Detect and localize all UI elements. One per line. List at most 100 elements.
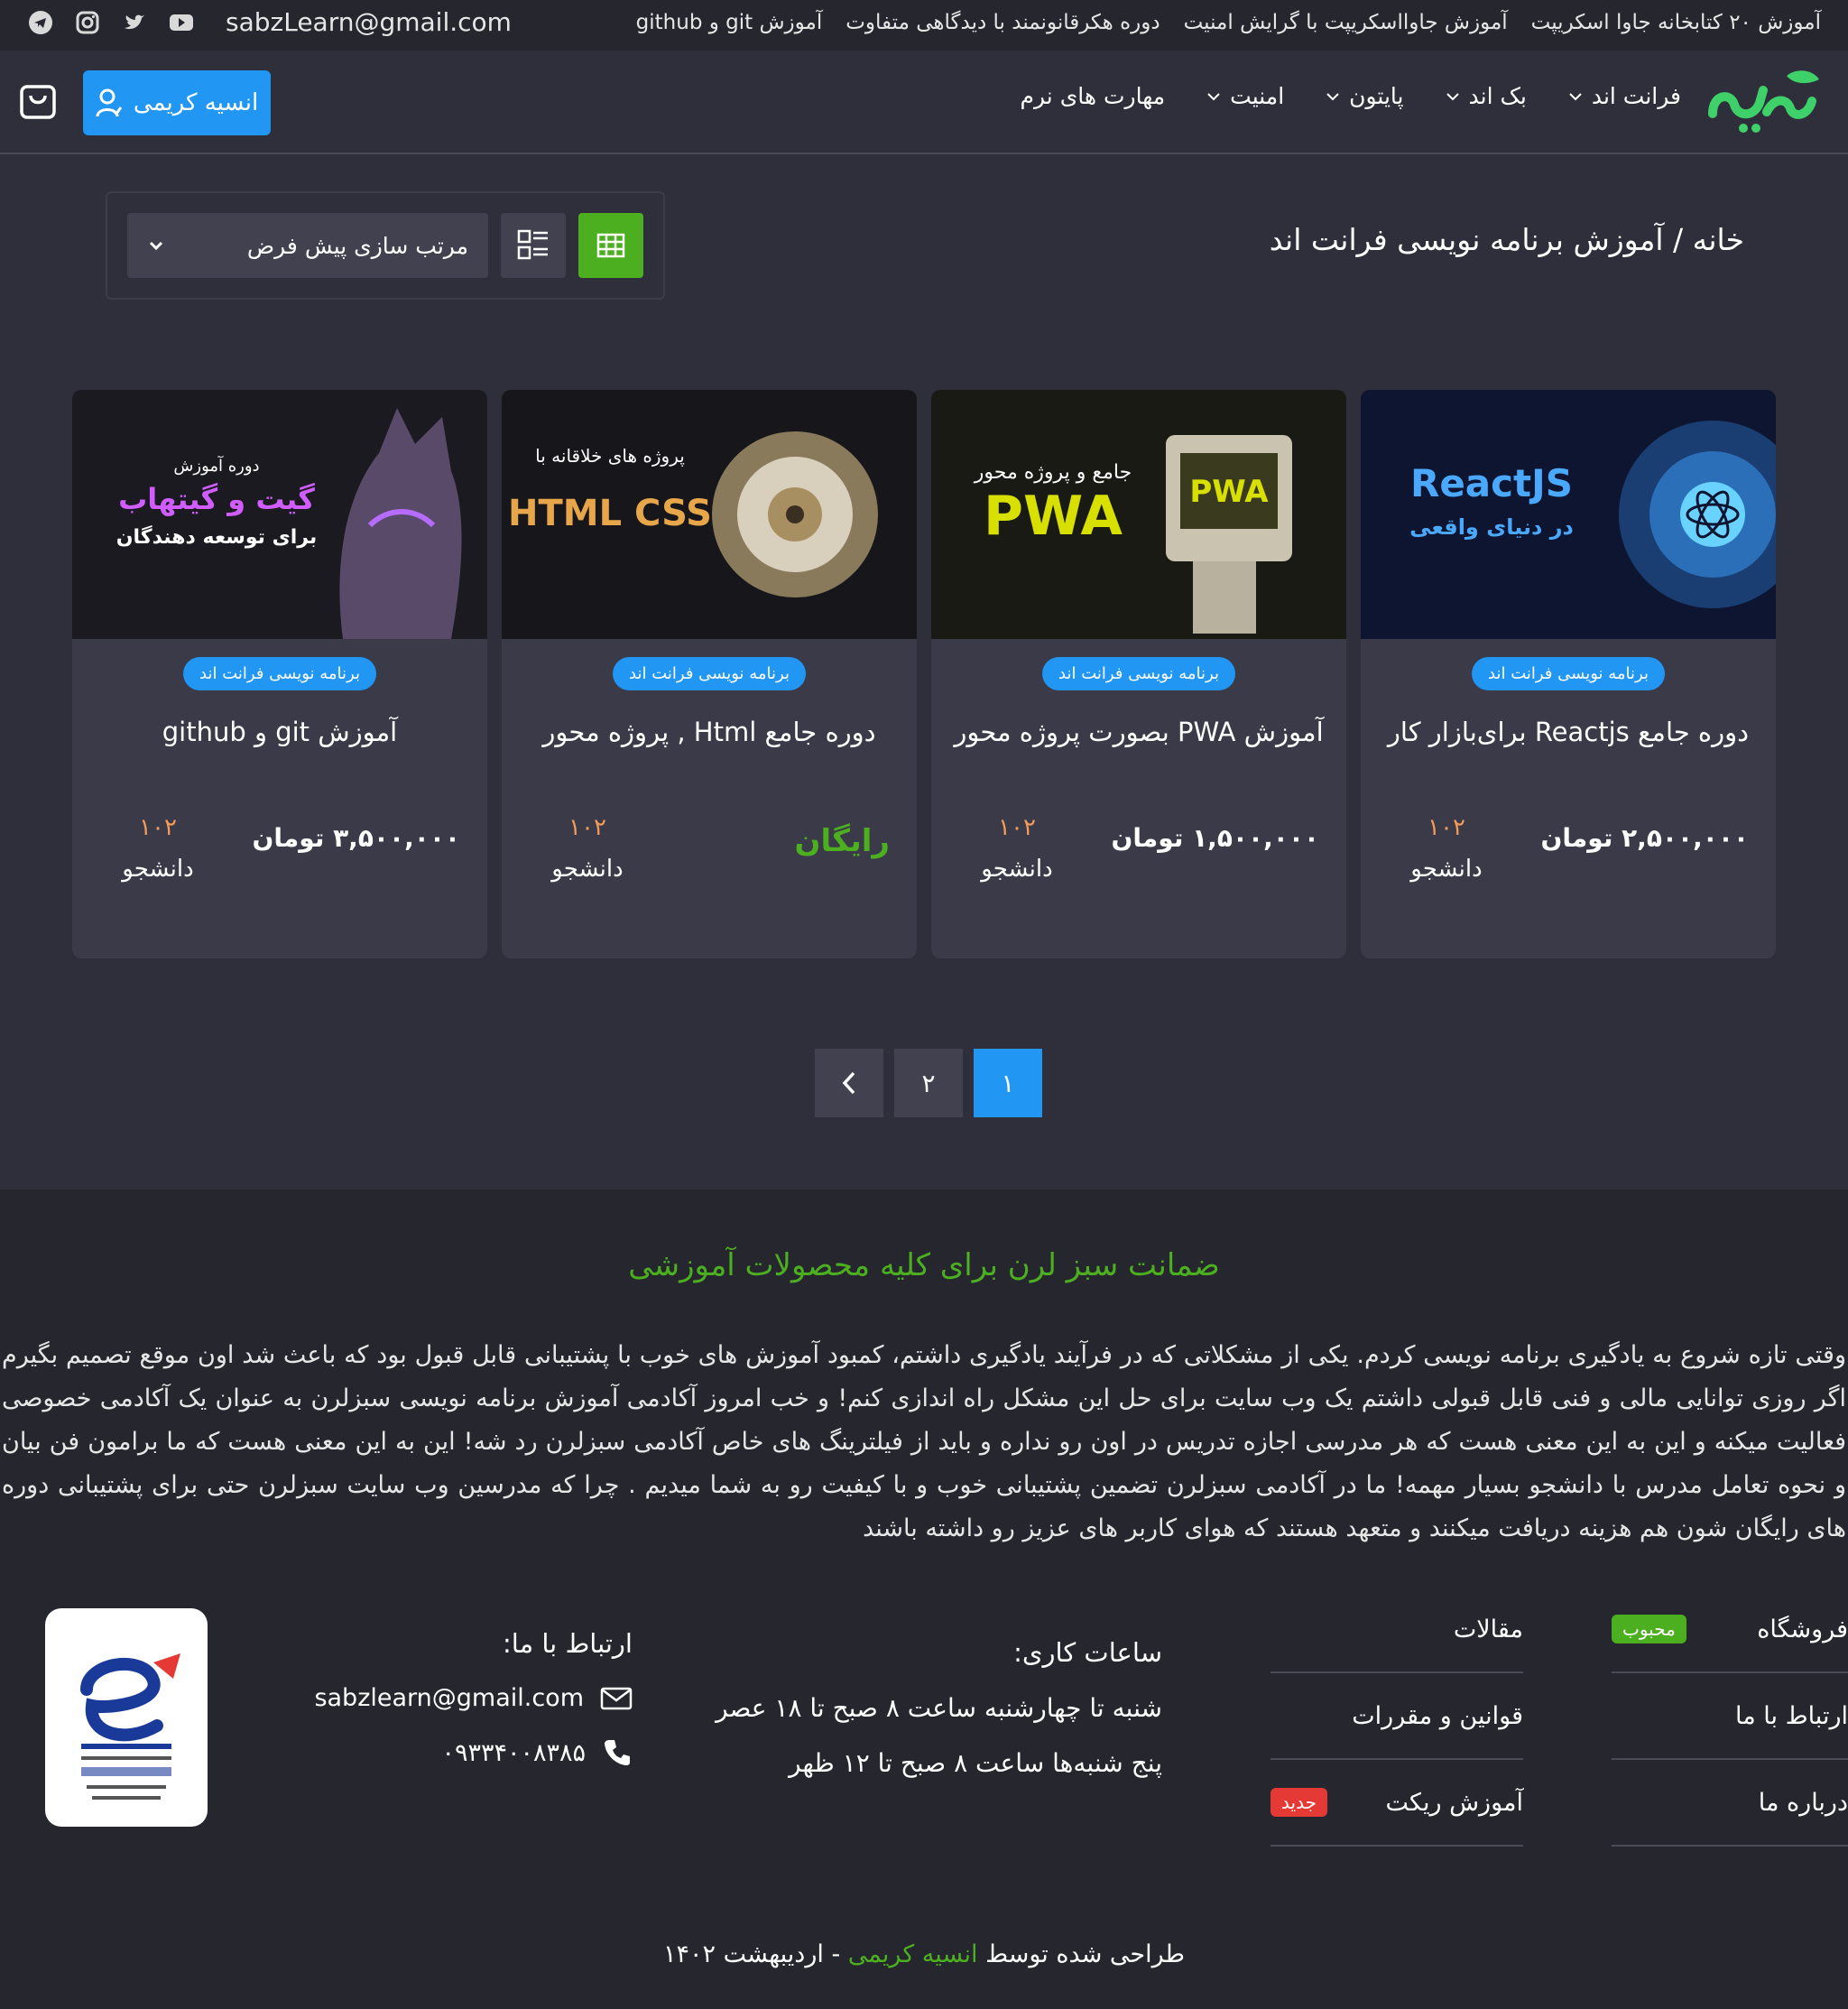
contact-title: ارتباط با ما: [502,1628,633,1659]
enamad-logo [80,1653,180,1800]
pagination: ۲ ۱ [815,1049,1042,1117]
working-hours-line: شنبه تا چهارشنبه ساعت ۸ صبح تا ۱۸ عصر [716,1693,1162,1723]
copyright: طراحی شده توسط انسیه کریمی - اردیبهشت ۱۴… [0,1940,1848,1968]
course-thumbnail: PWA جامع و پروژه محور PWA [931,390,1346,639]
top-email[interactable]: sabzLearn@gmail.com [226,7,512,37]
course-card[interactable]: پروژه های خلاقانه با HTML CSS برنامه نوی… [502,390,917,958]
course-students: ۱۰۲ دانشجو [1397,814,1496,883]
footer-link-articles[interactable]: مقالات [1270,1587,1523,1673]
list-view-button[interactable] [501,213,566,278]
footer-link-react-course[interactable]: آموزش ریکت جدید [1270,1760,1523,1847]
top-link[interactable]: دوره هکرقانونمند با دیدگاهی متفاوت [845,11,1160,34]
copyright-author[interactable]: انسیه کریمی [848,1940,978,1968]
user-account-button[interactable]: انسیه کریمی [83,70,271,135]
shopping-bag-icon [20,85,56,119]
next-page-button[interactable] [815,1049,883,1117]
sort-label: مرتب سازی پیش فرض [246,232,468,259]
main-header: فرانت اند بک اند پایتون امنیت مهارت های … [0,51,1848,154]
guarantee-title: ضمانت سبز لرن برای کلیه محصولات آموزشی [628,1247,1220,1283]
footer-links-col-1: فروشگاه محبوب ارتباط با ما درباره ما [1612,1587,1848,1847]
course-title[interactable]: آموزش PWA بصورت پروژه محور [949,717,1328,747]
popular-badge: محبوب [1612,1615,1686,1643]
contact-phone[interactable]: ۰۹۳۳۴۰۰۸۳۸۵ [441,1739,586,1767]
sort-select[interactable]: مرتب سازی پیش فرض [127,213,488,278]
course-price: رایگان [794,823,890,859]
course-grid: ReactJS در دنیای واقعی برنامه نویسی فران… [72,390,1776,958]
user-icon [96,88,123,117]
footer-link-about[interactable]: درباره ما [1612,1760,1848,1847]
students-label: دانشجو [122,856,194,883]
site-logo[interactable] [1704,58,1830,139]
grid-view-button[interactable] [578,213,643,278]
nav-item-backend[interactable]: بک اند [1444,83,1527,109]
course-card[interactable]: PWA جامع و پروژه محور PWA برنامه نویسی ف… [931,390,1346,958]
course-card[interactable]: دوره آموزش گیت و گیتهاب برای توسعه دهندگ… [72,390,487,958]
course-thumbnail: ReactJS در دنیای واقعی [1361,390,1776,639]
nav-item-soft-skills[interactable]: مهارت های نرم [1021,83,1166,109]
cart-button[interactable] [18,81,58,121]
contact-email-row[interactable]: sabzlearn@gmail.com [308,1684,633,1712]
nav-item-frontend[interactable]: فرانت اند [1566,83,1681,109]
thumb-subtitle: در دنیای واقعی [1409,514,1574,540]
course-card[interactable]: ReactJS در دنیای واقعی برنامه نویسی فران… [1361,390,1776,958]
course-title[interactable]: آموزش git و github [90,717,469,747]
chevron-down-icon [1446,92,1459,100]
thumb-subtitle: پروژه های خلاقانه با [535,445,685,468]
listing-tools: مرتب سازی پیش فرض [106,191,665,300]
footer: ضمانت سبز لرن برای کلیه محصولات آموزشی و… [0,1190,1848,2009]
course-students: ۱۰۲ دانشجو [108,814,208,883]
youtube-icon[interactable] [168,9,195,36]
students-count: ۱۰۲ [1428,814,1465,841]
top-bar: آموزش ۲۰ کتابخانه جاوا اسکریپت آموزش جاو… [0,0,1848,51]
students-count: ۱۰۲ [139,814,177,841]
course-title[interactable]: دوره جامع Html , پروژه محور [520,717,899,747]
guarantee-text: وقتی تازه شروع به یادگیری برنامه نویسی ک… [2,1341,1846,1542]
students-count: ۱۰۲ [568,814,606,841]
breadcrumb: خانه / آموزش برنامه نویسی فرانت اند [1269,222,1744,257]
course-price: ۲,۵۰۰,۰۰۰ تومان [1540,823,1749,853]
nav-label: مهارت های نرم [1020,83,1166,109]
twitter-icon[interactable] [121,9,148,36]
nav-item-python[interactable]: پایتون [1324,83,1404,109]
footer-link-label: درباره ما [1758,1788,1848,1817]
page-button-2[interactable]: ۲ [894,1049,963,1117]
working-hours-line: پنج شنبه‌ها ساعت ۸ صبح تا ۱۲ ظهر [789,1748,1162,1778]
contact-us: ارتباط با ما: sabzlearn@gmail.com ۰۹۳۳۴۰… [308,1628,633,1768]
instagram-icon[interactable] [74,9,101,36]
mail-icon [600,1687,633,1709]
course-category-badge[interactable]: برنامه نویسی فرانت اند [1042,657,1235,690]
telegram-icon[interactable] [27,9,54,36]
course-thumbnail: دوره آموزش گیت و گیتهاب برای توسعه دهندگ… [72,390,487,639]
course-category-badge[interactable]: برنامه نویسی فرانت اند [1472,657,1665,690]
course-category-badge[interactable]: برنامه نویسی فرانت اند [183,657,376,690]
svg-text:دوره آموزش: دوره آموزش [173,455,259,476]
students-count: ۱۰۲ [998,814,1036,841]
nav-item-security[interactable]: امنیت [1205,83,1284,109]
thumb-subtitle: جامع و پروژه محور [974,461,1132,484]
thumb-title: HTML CSS [508,493,712,534]
chevron-down-icon [1207,92,1220,100]
course-category-badge[interactable]: برنامه نویسی فرانت اند [613,657,806,690]
chevron-down-icon [1569,92,1582,100]
page-button-1[interactable]: ۱ [974,1049,1042,1117]
course-title[interactable]: دوره جامع Reactjs برای‌بازار کار [1379,717,1758,747]
grid-icon [596,233,625,258]
top-link[interactable]: آموزش git و github [636,11,823,34]
contact-phone-row[interactable]: ۰۹۳۳۴۰۰۸۳۸۵ [308,1737,633,1768]
top-contact: sabzLearn@gmail.com [27,7,512,37]
thumb-title: PWA [984,485,1123,548]
footer-link-label: قوانین و مقررات [1352,1701,1523,1730]
contact-email[interactable]: sabzlearn@gmail.com [314,1684,584,1712]
top-link[interactable]: آموزش ۲۰ کتابخانه جاوا اسکریپت [1531,11,1821,34]
enamad-badge[interactable] [45,1608,208,1827]
chevron-down-icon [1326,92,1339,100]
thumb-title: گیت و گیتهاب [118,482,315,516]
thumb-title: ReactJS [1410,461,1573,505]
course-thumbnail: پروژه های خلاقانه با HTML CSS [502,390,917,639]
top-link[interactable]: آموزش جاوااسکریپت با گرایش امنیت [1184,11,1508,34]
footer-link-rules[interactable]: قوانین و مقررات [1270,1673,1523,1760]
footer-link-shop[interactable]: فروشگاه محبوب [1612,1587,1848,1673]
footer-link-contact[interactable]: ارتباط با ما [1612,1673,1848,1760]
footer-link-label: ارتباط با ما [1735,1701,1848,1730]
working-hours-title: ساعات کاری: [1013,1637,1162,1668]
